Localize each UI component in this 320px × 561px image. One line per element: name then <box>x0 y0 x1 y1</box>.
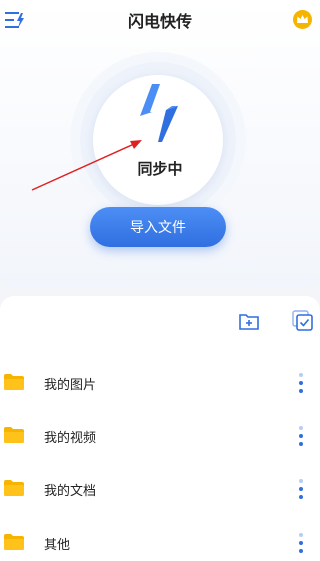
sync-panel: 闪电快传 同步中 导入文件 <box>0 0 320 288</box>
folder-row-other[interactable]: 其他 <box>0 525 320 561</box>
more-options-icon[interactable] <box>296 477 306 501</box>
lightning-bolt-icon <box>140 84 178 142</box>
folder-row-pictures[interactable]: 我的图片 <box>0 365 320 401</box>
crown-icon <box>297 15 308 23</box>
more-options-icon[interactable] <box>296 424 306 448</box>
folder-icon <box>4 427 24 443</box>
folder-row-documents[interactable]: 我的文档 <box>0 471 320 507</box>
more-options-icon[interactable] <box>296 531 306 555</box>
folder-icon <box>4 374 24 390</box>
folder-name: 我的图片 <box>44 378 97 393</box>
sync-status: 同步中 <box>137 160 183 178</box>
multi-select-icon[interactable] <box>292 310 314 332</box>
folder-name: 我的文档 <box>44 484 97 499</box>
new-folder-icon[interactable] <box>238 310 260 332</box>
folder-row-videos[interactable]: 我的视频 <box>0 418 320 454</box>
folder-icon <box>4 534 24 550</box>
page-title: 闪电快传 <box>127 12 192 31</box>
vip-button[interactable] <box>293 10 312 29</box>
file-list-panel: 我的图片 我的视频 我的文档 其他 <box>0 296 320 561</box>
folder-name: 我的视频 <box>44 431 97 446</box>
app-header: 闪电快传 <box>0 0 320 40</box>
import-files-button[interactable]: 导入文件 <box>90 207 226 247</box>
more-options-icon[interactable] <box>296 371 306 395</box>
folder-name: 其他 <box>44 538 71 553</box>
folder-icon <box>4 480 24 496</box>
